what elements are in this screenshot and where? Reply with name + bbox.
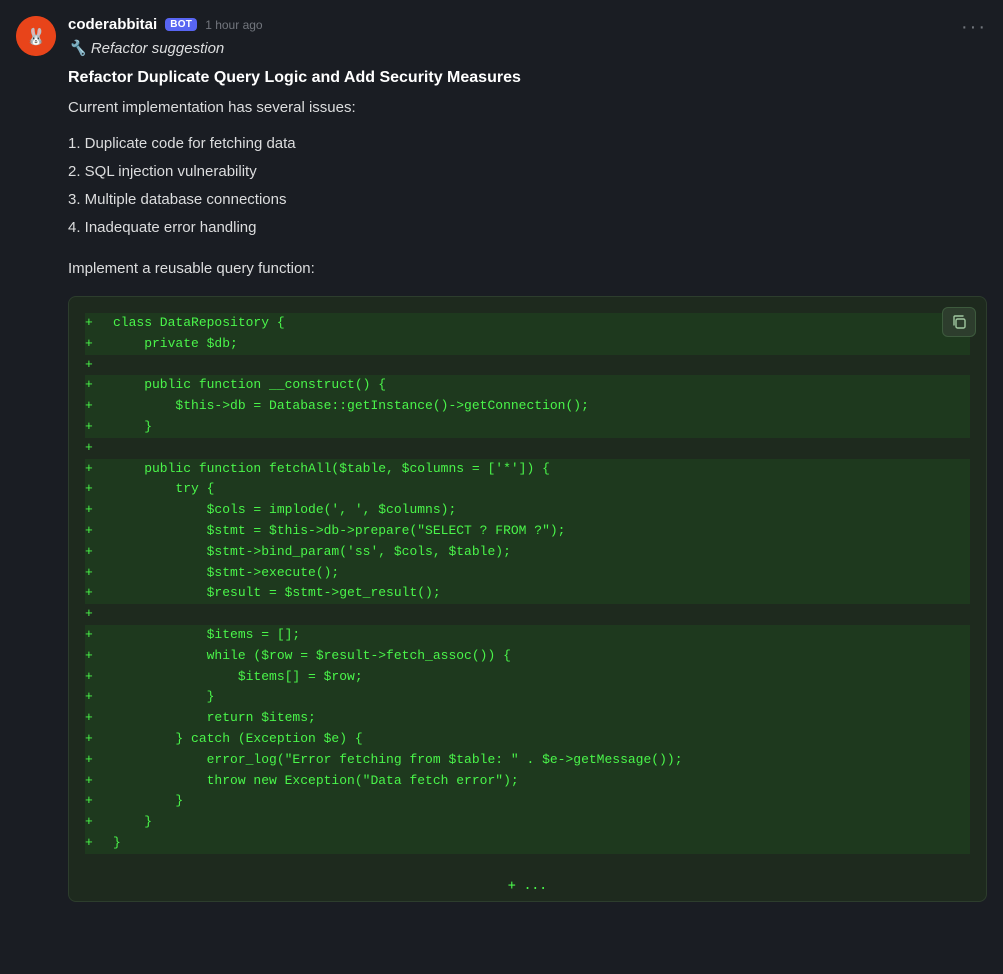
code-text: $result = $stmt->get_result(); — [113, 583, 441, 604]
code-line: + } — [85, 812, 970, 833]
copy-button[interactable] — [942, 307, 976, 337]
code-line: + } — [85, 791, 970, 812]
line-prefix: + — [85, 687, 105, 708]
code-block-wrapper: +class DataRepository {+ private $db;++ … — [68, 296, 987, 902]
code-line: + } — [85, 417, 970, 438]
avatar: 🐰 — [16, 16, 56, 56]
code-line: + — [85, 438, 970, 459]
code-line: + — [85, 355, 970, 376]
line-prefix: + — [85, 355, 105, 376]
line-prefix: + — [85, 396, 105, 417]
code-text: $stmt->bind_param('ss', $cols, $table); — [113, 542, 511, 563]
code-text: $items = []; — [113, 625, 300, 646]
list-item: 1. Duplicate code for fetching data — [68, 130, 987, 158]
code-text: public function __construct() { — [113, 375, 386, 396]
code-line: + $this->db = Database::getInstance()->g… — [85, 396, 970, 417]
code-line: +} — [85, 833, 970, 854]
code-text: class DataRepository { — [113, 313, 285, 334]
more-options-button[interactable]: ··· — [961, 16, 987, 39]
username: coderabbitai — [68, 16, 157, 33]
copy-icon — [951, 314, 967, 330]
code-text: throw new Exception("Data fetch error"); — [113, 771, 519, 792]
code-line: + class DataRepository { — [85, 313, 970, 334]
line-prefix: + — [85, 334, 105, 355]
timestamp: 1 hour ago — [205, 18, 262, 32]
code-line: + $stmt->execute(); — [85, 563, 970, 584]
bot-badge: bot — [165, 18, 197, 31]
code-line: + private $db; — [85, 334, 970, 355]
svg-text:🐰: 🐰 — [26, 27, 46, 46]
line-prefix: + — [85, 375, 105, 396]
line-prefix: + — [85, 604, 105, 625]
code-text: while ($row = $result->fetch_assoc()) { — [113, 646, 511, 667]
line-prefix: + — [85, 833, 105, 854]
line-prefix: + — [85, 459, 105, 480]
code-line: + } catch (Exception $e) { — [85, 729, 970, 750]
code-text: } — [113, 687, 214, 708]
section-title: Refactor Duplicate Query Logic and Add S… — [68, 69, 987, 87]
line-prefix: + — [85, 438, 105, 459]
line-prefix: + — [85, 521, 105, 542]
code-line: + try { — [85, 479, 970, 500]
line-prefix: + — [85, 417, 105, 438]
code-text: public function fetchAll($table, $column… — [113, 459, 550, 480]
code-line: + $items = []; — [85, 625, 970, 646]
code-line: + $stmt->bind_param('ss', $cols, $table)… — [85, 542, 970, 563]
message-container: 🐰 coderabbitai bot 1 hour ago 🔧 Refactor… — [0, 0, 1003, 918]
code-text: $stmt = $this->db->prepare("SELECT ? FRO… — [113, 521, 565, 542]
line-prefix: + — [85, 750, 105, 771]
code-line: + while ($row = $result->fetch_assoc()) … — [85, 646, 970, 667]
code-block: +class DataRepository {+ private $db;++ … — [69, 297, 986, 870]
code-line: + public function __construct() { — [85, 375, 970, 396]
implement-text: Implement a reusable query function: — [68, 258, 987, 281]
code-text: try { — [113, 479, 214, 500]
issues-list: 1. Duplicate code for fetching data 2. S… — [68, 130, 987, 242]
line-prefix: + — [85, 729, 105, 750]
code-line: + } — [85, 687, 970, 708]
line-prefix: + — [85, 500, 105, 521]
code-line: + $result = $stmt->get_result(); — [85, 583, 970, 604]
line-prefix: + — [85, 542, 105, 563]
code-line: + public function fetchAll($table, $colu… — [85, 459, 970, 480]
line-prefix: + — [85, 667, 105, 688]
list-item: 2. SQL injection vulnerability — [68, 158, 987, 186]
code-text: $this->db = Database::getInstance()->get… — [113, 396, 589, 417]
code-text: return $items; — [113, 708, 316, 729]
line-prefix: + — [85, 646, 105, 667]
message-body: coderabbitai bot 1 hour ago 🔧 Refactor s… — [68, 16, 987, 902]
list-item: 4. Inadequate error handling — [68, 214, 987, 242]
code-text: private $db; — [113, 334, 238, 355]
code-line: + — [85, 604, 970, 625]
code-text: $items[] = $row; — [113, 667, 363, 688]
code-line: + $items[] = $row; — [85, 667, 970, 688]
code-line: + error_log("Error fetching from $table:… — [85, 750, 970, 771]
code-text: } — [113, 812, 152, 833]
code-text: } catch (Exception $e) { — [113, 729, 363, 750]
list-item: 3. Multiple database connections — [68, 186, 987, 214]
bottom-indicator: + ... — [69, 870, 986, 901]
line-prefix: + — [85, 625, 105, 646]
message-header: coderabbitai bot 1 hour ago — [68, 16, 987, 33]
line-prefix: + — [85, 791, 105, 812]
code-text: $cols = implode(', ', $columns); — [113, 500, 456, 521]
line-prefix: + — [85, 479, 105, 500]
refactor-label: 🔧 Refactor suggestion — [68, 39, 987, 57]
line-prefix: + — [85, 313, 105, 334]
description: Current implementation has several issue… — [68, 97, 987, 120]
code-text: error_log("Error fetching from $table: "… — [113, 750, 683, 771]
line-prefix: + — [85, 708, 105, 729]
code-line: + $cols = implode(', ', $columns); — [85, 500, 970, 521]
code-line: + $stmt = $this->db->prepare("SELECT ? F… — [85, 521, 970, 542]
line-prefix: + — [85, 812, 105, 833]
code-text: $stmt->execute(); — [113, 563, 339, 584]
code-line: + return $items; — [85, 708, 970, 729]
code-text: } — [113, 833, 121, 854]
code-text: } — [113, 791, 183, 812]
line-prefix: + — [85, 583, 105, 604]
code-text: } — [113, 417, 152, 438]
code-line: + throw new Exception("Data fetch error"… — [85, 771, 970, 792]
line-prefix: + — [85, 771, 105, 792]
line-prefix: + — [85, 563, 105, 584]
